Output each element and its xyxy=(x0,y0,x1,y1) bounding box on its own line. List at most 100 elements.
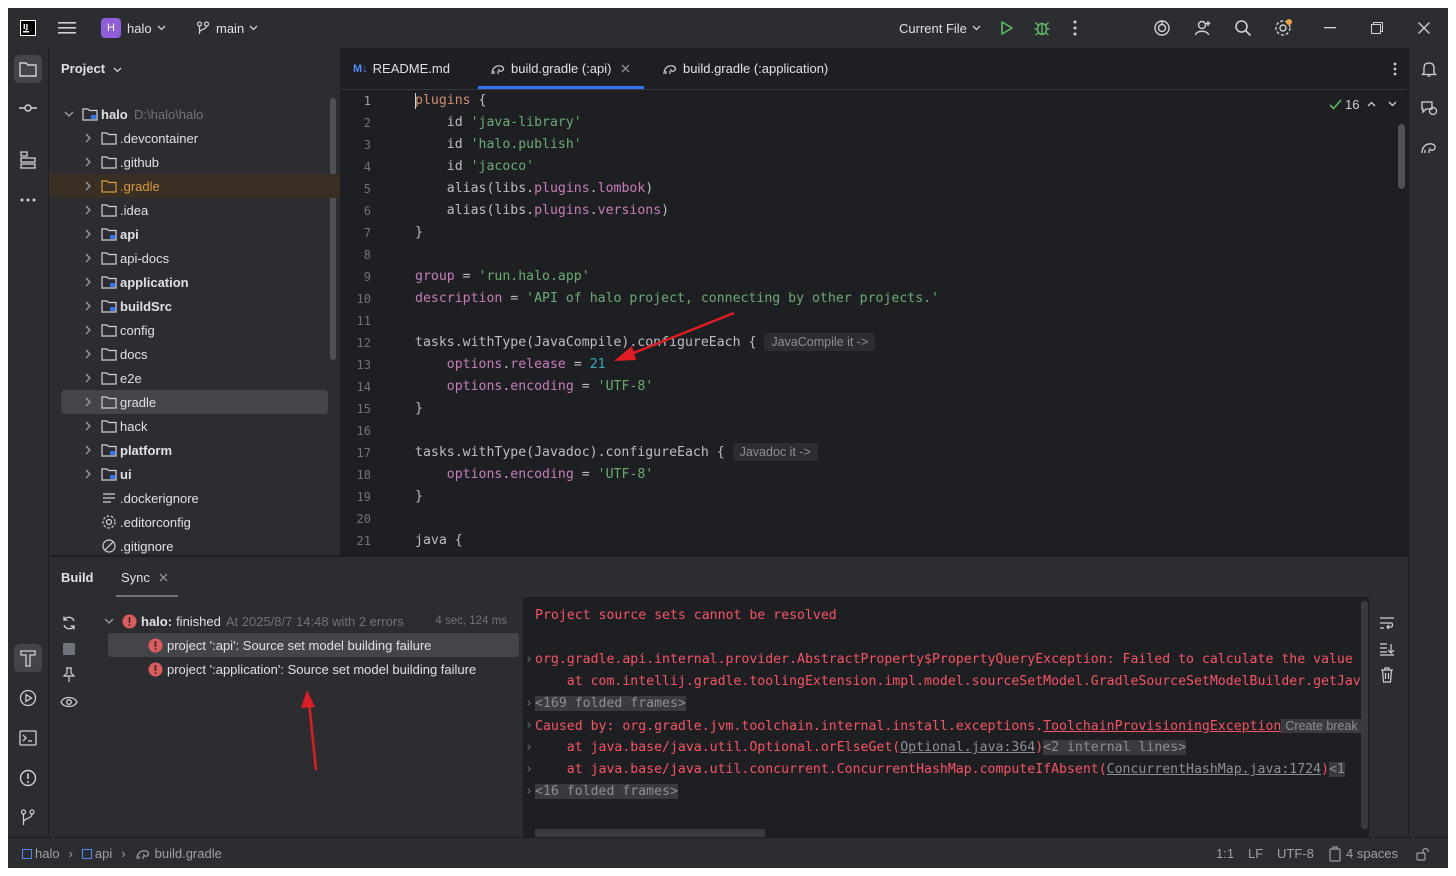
tree-item-gradle-cache[interactable]: .gradle xyxy=(49,174,340,198)
notifications-bell-icon[interactable] xyxy=(1415,55,1443,83)
readonly-lock-icon[interactable] xyxy=(1416,838,1430,868)
line-number[interactable]: 7 xyxy=(341,226,371,240)
breadcrumb-item[interactable]: api xyxy=(95,846,112,861)
commit-tool-icon[interactable] xyxy=(14,94,42,122)
ai-chat-icon[interactable] xyxy=(1415,94,1443,122)
tab-build[interactable]: Build xyxy=(61,557,94,597)
editor-scrollbar[interactable] xyxy=(1398,124,1405,189)
fold-arrow-icon[interactable]: › xyxy=(525,693,533,715)
tree-item-application[interactable]: application xyxy=(49,270,340,294)
build-tool-icon[interactable] xyxy=(14,644,42,672)
tree-item-platform[interactable]: platform xyxy=(49,438,340,462)
line-number[interactable]: 10 xyxy=(341,292,371,306)
breadcrumb-item[interactable]: build.gradle xyxy=(155,846,222,861)
structure-tool-icon[interactable] xyxy=(14,146,42,174)
line-number[interactable]: 18 xyxy=(341,468,371,482)
next-highlight-icon[interactable] xyxy=(1388,101,1397,107)
line-number[interactable]: 14 xyxy=(341,380,371,394)
line-number[interactable]: 20 xyxy=(341,512,371,526)
breadcrumb-item[interactable]: halo xyxy=(35,846,60,861)
line-number[interactable]: 15 xyxy=(341,402,371,416)
caret-position[interactable]: 1:1 xyxy=(1216,838,1234,868)
main-menu-icon[interactable] xyxy=(58,8,76,48)
add-user-icon[interactable] xyxy=(1194,8,1212,48)
indent-setting[interactable]: 4 spaces xyxy=(1328,838,1398,868)
tree-item-docs[interactable]: docs xyxy=(49,342,340,366)
tab-build-gradle-api[interactable]: build.gradle (:api) xyxy=(478,48,644,89)
close-tab-icon[interactable] xyxy=(621,64,630,73)
build-error-api[interactable]: project ':api': Source set model buildin… xyxy=(108,633,519,657)
line-number[interactable]: 21 xyxy=(341,534,371,548)
tab-readme[interactable]: M↓ README.md xyxy=(353,48,450,89)
tab-build-gradle-application[interactable]: build.gradle (:application) xyxy=(662,48,828,89)
line-number[interactable]: 2 xyxy=(341,116,371,130)
source-link[interactable]: Optional.java:364 xyxy=(900,740,1035,755)
search-icon[interactable] xyxy=(1234,8,1252,48)
run-config-selector[interactable]: Current File xyxy=(899,8,981,48)
debug-icon[interactable] xyxy=(1033,8,1051,48)
tree-item-gitignore[interactable]: .gitignore xyxy=(49,534,340,558)
restore-icon[interactable] xyxy=(1371,8,1383,48)
line-number[interactable]: 12 xyxy=(341,336,371,350)
minimize-icon[interactable] xyxy=(1324,8,1336,48)
more-tools-icon[interactable] xyxy=(14,186,42,214)
app-logo-icon[interactable]: IJ xyxy=(20,8,36,48)
close-window-icon[interactable] xyxy=(1418,8,1430,48)
tree-item-github[interactable]: .github xyxy=(49,150,340,174)
tree-item-editorconfig[interactable]: .editorconfig xyxy=(49,510,340,534)
more-actions-icon[interactable] xyxy=(1073,8,1077,48)
build-error-application[interactable]: project ':application': Source set model… xyxy=(108,657,519,681)
tree-item-api[interactable]: api xyxy=(49,222,340,246)
line-number[interactable]: 6 xyxy=(341,204,371,218)
clear-all-icon[interactable] xyxy=(1377,665,1397,685)
git-tool-icon[interactable] xyxy=(14,804,42,832)
rerun-icon[interactable] xyxy=(59,613,79,633)
problems-tool-icon[interactable] xyxy=(14,764,42,792)
project-panel-header[interactable]: Project xyxy=(61,61,122,76)
services-tool-icon[interactable] xyxy=(14,684,42,712)
line-number[interactable]: 3 xyxy=(341,138,371,152)
line-number[interactable]: 11 xyxy=(341,314,371,328)
tab-sync[interactable]: Sync xyxy=(121,557,168,597)
soft-wrap-icon[interactable] xyxy=(1377,613,1397,633)
folded-frames[interactable]: <169 folded frames> xyxy=(535,696,686,711)
tree-item-ui[interactable]: ui xyxy=(49,462,340,486)
line-number[interactable]: 4 xyxy=(341,160,371,174)
line-number[interactable]: 5 xyxy=(341,182,371,196)
fold-arrow-icon[interactable]: › xyxy=(525,737,533,759)
code-content[interactable]: plugins { id 'java-library' id 'halo.pub… xyxy=(415,90,1375,555)
internal-lines[interactable]: <2 internal lines> xyxy=(1043,740,1187,755)
close-tab-icon[interactable] xyxy=(159,573,168,582)
tree-item-e2e[interactable]: e2e xyxy=(49,366,340,390)
tree-item-idea[interactable]: .idea xyxy=(49,198,340,222)
line-number[interactable]: 16 xyxy=(341,424,371,438)
pin-icon[interactable] xyxy=(59,665,79,685)
internal-lines[interactable]: <1 xyxy=(1328,762,1345,777)
tree-item-dockerignore[interactable]: .dockerignore xyxy=(49,486,340,510)
scroll-to-end-icon[interactable] xyxy=(1377,639,1397,659)
tree-item-hack[interactable]: hack xyxy=(49,414,340,438)
tree-item-buildsrc[interactable]: buildSrc xyxy=(49,294,340,318)
build-tree-root[interactable]: halo: finished At 2025/8/7 14:48 with 2 … xyxy=(101,609,513,633)
tree-root-halo[interactable]: halo D:\halo\halo xyxy=(49,102,340,126)
exception-link[interactable]: ToolchainProvisioningException xyxy=(1043,719,1281,734)
source-link[interactable]: ConcurrentHashMap.java:1724 xyxy=(1107,762,1321,777)
line-number[interactable]: 19 xyxy=(341,490,371,504)
gradle-tool-icon[interactable] xyxy=(1415,134,1443,162)
build-console-output[interactable]: Project source sets cannot be resolved ›… xyxy=(523,597,1369,838)
run-icon[interactable] xyxy=(1000,8,1014,48)
fold-arrow-icon[interactable]: › xyxy=(525,715,533,737)
line-number[interactable]: 1 xyxy=(341,94,371,108)
settings-gear-icon[interactable] xyxy=(1273,8,1293,48)
fold-arrow-icon[interactable]: › xyxy=(525,649,533,671)
line-number[interactable]: 13 xyxy=(341,358,371,372)
eye-icon[interactable] xyxy=(59,692,79,712)
line-number[interactable]: 17 xyxy=(341,446,371,460)
fold-arrow-icon[interactable]: › xyxy=(525,759,533,781)
console-hscrollbar[interactable] xyxy=(535,829,765,837)
vcs-branch-switcher[interactable]: main xyxy=(196,8,258,48)
fold-arrow-icon[interactable]: › xyxy=(525,781,533,803)
tree-item-gradle[interactable]: gradle xyxy=(61,390,328,414)
tree-item-config[interactable]: config xyxy=(49,318,340,342)
file-encoding[interactable]: UTF-8 xyxy=(1277,838,1314,868)
